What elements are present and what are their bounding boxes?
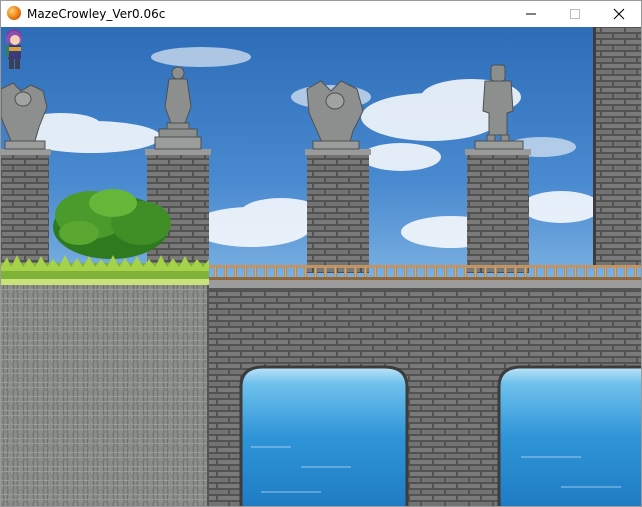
game-viewport[interactable] (1, 27, 641, 506)
maximize-button[interactable] (553, 1, 597, 27)
player-character (5, 29, 22, 69)
minimize-button[interactable] (509, 1, 553, 27)
orange-orb-icon (7, 6, 21, 20)
maximize-icon (570, 9, 580, 19)
close-button[interactable] (597, 1, 641, 27)
title-bar[interactable]: MazeCrowley_Ver0.06c (1, 1, 641, 27)
window-title: MazeCrowley_Ver0.06c (27, 7, 166, 21)
game-window: MazeCrowley_Ver0.06c (0, 0, 642, 507)
minimize-icon (526, 13, 536, 15)
game-scene (1, 27, 641, 506)
close-icon (613, 8, 625, 20)
